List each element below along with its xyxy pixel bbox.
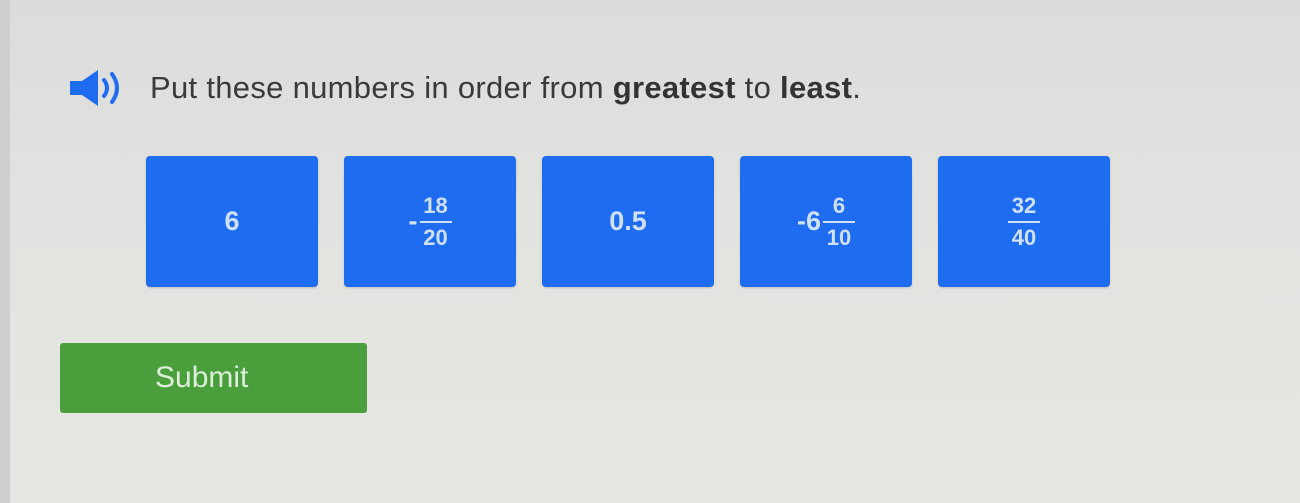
- question-text: Put these numbers in order from greatest…: [150, 70, 861, 106]
- fraction: 6 10: [823, 192, 855, 250]
- question-row: Put these numbers in order from greatest…: [68, 64, 861, 112]
- number-tile-neg-6-6-10[interactable]: -6 6 10: [740, 156, 912, 287]
- numerator: 6: [832, 192, 846, 218]
- question-suffix: .: [852, 70, 862, 105]
- denominator: 40: [1011, 224, 1037, 250]
- numerator: 18: [423, 192, 448, 218]
- fraction: 32 40: [1008, 192, 1040, 250]
- window-edge: [0, 0, 10, 503]
- fraction-bar: [823, 220, 855, 223]
- speaker-icon[interactable]: [68, 66, 128, 110]
- question-middle: to: [735, 70, 781, 105]
- tile-value: 0.5: [609, 206, 647, 236]
- number-tile-32-40[interactable]: 32 40: [938, 156, 1110, 287]
- tile-value: 6: [224, 206, 240, 236]
- number-tile-6[interactable]: 6: [146, 156, 318, 287]
- question-emphasis-least: least: [780, 70, 853, 105]
- denominator: 10: [826, 224, 852, 250]
- number-tile-0-5[interactable]: 0.5: [542, 156, 714, 287]
- number-tile-neg-18-20[interactable]: - 18 20: [344, 156, 516, 287]
- fraction: 18 20: [419, 192, 452, 250]
- fraction-bar: [1008, 220, 1040, 223]
- denominator: 20: [423, 224, 448, 250]
- question-emphasis-greatest: greatest: [612, 70, 736, 105]
- number-tiles: 6 - 18 20 0.5 -6 6 10 32 40: [146, 156, 1136, 287]
- submit-button[interactable]: Submit: [60, 343, 367, 413]
- fraction-bar: [419, 220, 452, 223]
- tile-sign: -: [408, 206, 418, 236]
- submit-label: Submit: [155, 361, 249, 394]
- tile-whole: -6: [796, 206, 821, 236]
- question-prefix: Put these numbers in order from: [150, 70, 613, 105]
- numerator: 32: [1011, 192, 1037, 218]
